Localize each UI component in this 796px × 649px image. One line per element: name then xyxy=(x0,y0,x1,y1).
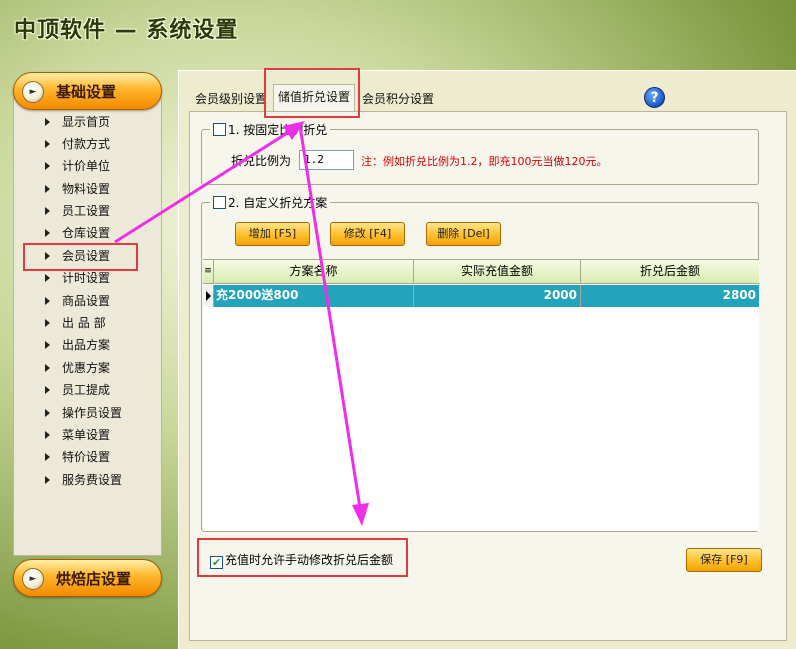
scheme-table: ≡ 方案名称 实际充值金额 折兑后金额 充2000送800 2000 2800 xyxy=(203,259,759,531)
app-title: 中顶软件 — 系统设置 xyxy=(14,18,239,43)
triangle-right-icon xyxy=(45,453,50,461)
sidebar-item-home[interactable]: 显示首页 xyxy=(40,112,150,132)
fixed-ratio-group: 1. 按固定比例折兑 折兑比例为 1.2 注：例如折兑比例为1.2，即充100元… xyxy=(201,121,759,185)
sidebar-item-operators[interactable]: 操作员设置 xyxy=(40,403,150,423)
custom-scheme-checkbox[interactable] xyxy=(213,196,226,209)
expand-arrow-icon[interactable]: ► xyxy=(22,81,44,103)
column-header-after[interactable]: 折兑后金额 xyxy=(581,260,759,283)
cell-after[interactable]: 2800 xyxy=(581,285,759,307)
cell-actual[interactable]: 2000 xyxy=(414,285,581,307)
triangle-right-icon xyxy=(45,386,50,394)
ratio-label: 折兑比例为 xyxy=(231,154,292,168)
row-pointer-icon xyxy=(206,291,211,301)
annotation-box-option xyxy=(197,538,408,577)
triangle-right-icon xyxy=(45,319,50,327)
ratio-hint: 注：例如折兑比例为1.2，即充100元当做120元。 xyxy=(361,155,608,168)
sidebar-item-products[interactable]: 商品设置 xyxy=(40,291,150,311)
triangle-right-icon xyxy=(45,207,50,215)
sidebar-item-dispatch[interactable]: 出 品 部 xyxy=(40,313,150,333)
custom-scheme-group: 2. 自定义折兑方案 增加 [F5] 修改 [F4] 删除 [Del] ≡ 方案… xyxy=(201,194,759,532)
sidebar-item-service-fee[interactable]: 服务费设置 xyxy=(40,470,150,490)
help-icon[interactable]: ? xyxy=(644,87,665,108)
custom-scheme-legend[interactable]: 2. 自定义折兑方案 xyxy=(210,194,331,211)
ratio-input[interactable]: 1.2 xyxy=(299,150,354,170)
sidebar-item-warehouse[interactable]: 仓库设置 xyxy=(40,223,150,243)
edit-button[interactable]: 修改 [F4] xyxy=(330,222,405,246)
tab-member-level[interactable]: 会员级别设置 xyxy=(191,87,271,111)
sidebar-item-discounts[interactable]: 优惠方案 xyxy=(40,358,150,378)
triangle-right-icon xyxy=(45,140,50,148)
triangle-right-icon xyxy=(45,364,50,372)
sidebar-item-payment[interactable]: 付款方式 xyxy=(40,134,150,154)
sidebar-header-label: 基础设置 xyxy=(56,83,117,101)
triangle-right-icon xyxy=(45,185,50,193)
save-button[interactable]: 保存 [F9] xyxy=(686,548,762,572)
triangle-right-icon xyxy=(45,162,50,170)
sidebar-header-label: 烘焙店设置 xyxy=(56,570,132,588)
sidebar-item-dispatch-plan[interactable]: 出品方案 xyxy=(40,335,150,355)
sidebar-item-materials[interactable]: 物料设置 xyxy=(40,179,150,199)
sidebar-header-bakery[interactable]: ► 烘焙店设置 xyxy=(13,559,162,597)
expand-arrow-icon[interactable]: ► xyxy=(22,568,44,590)
tab-member-points[interactable]: 会员积分设置 xyxy=(358,87,438,111)
row-pointer-cell xyxy=(203,285,214,307)
row-selector-header: ≡ xyxy=(203,260,214,283)
triangle-right-icon xyxy=(45,431,50,439)
sidebar-item-staff[interactable]: 员工设置 xyxy=(40,201,150,221)
table-header: ≡ 方案名称 实际充值金额 折兑后金额 xyxy=(203,260,759,284)
sidebar-item-special-price[interactable]: 特价设置 xyxy=(40,447,150,467)
triangle-right-icon xyxy=(45,274,50,282)
annotation-box-sidebar xyxy=(23,243,138,271)
triangle-right-icon xyxy=(45,229,50,237)
triangle-right-icon xyxy=(45,476,50,484)
cell-name[interactable]: 充2000送800 xyxy=(214,285,414,307)
triangle-right-icon xyxy=(45,118,50,126)
annotation-box-tab xyxy=(264,68,360,118)
add-button[interactable]: 增加 [F5] xyxy=(235,222,310,246)
triangle-right-icon xyxy=(45,341,50,349)
fixed-ratio-checkbox[interactable] xyxy=(213,123,226,136)
table-row[interactable]: 充2000送800 2000 2800 xyxy=(203,285,759,307)
fixed-ratio-legend[interactable]: 1. 按固定比例折兑 xyxy=(210,121,331,138)
sidebar-item-timing[interactable]: 计时设置 xyxy=(40,268,150,288)
triangle-right-icon xyxy=(45,409,50,417)
sidebar-header-basic[interactable]: ► 基础设置 xyxy=(13,72,162,110)
delete-button[interactable]: 删除 [Del] xyxy=(426,222,501,246)
column-header-actual[interactable]: 实际充值金额 xyxy=(414,260,581,283)
sidebar-item-menu[interactable]: 菜单设置 xyxy=(40,425,150,445)
sidebar-item-commission[interactable]: 员工提成 xyxy=(40,380,150,400)
triangle-right-icon xyxy=(45,297,50,305)
column-header-name[interactable]: 方案名称 xyxy=(214,260,414,283)
sidebar-item-units[interactable]: 计价单位 xyxy=(40,156,150,176)
